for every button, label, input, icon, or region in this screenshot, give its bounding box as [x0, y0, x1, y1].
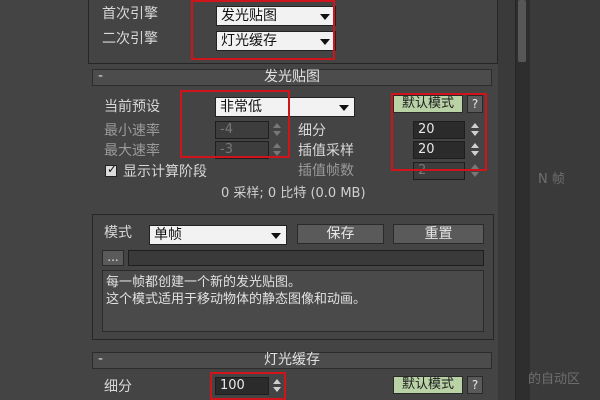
scrollbar-thumb[interactable]: [518, 0, 526, 62]
min-rate-label: 最小速率: [104, 123, 160, 139]
rate-highlight-box: [180, 90, 290, 158]
interp-frames-label: 插值帧数: [298, 163, 354, 179]
collapse-icon: -: [98, 68, 104, 84]
irradiance-stats: 0 采样; 0 比特 (0.0 MB): [221, 186, 366, 201]
preset-label: 当前预设: [104, 99, 160, 115]
max-rate-label: 最大速率: [104, 143, 160, 159]
mode-description: 每一帧都创建一个新的发光贴图。 这个模式适用于移动物体的静态图像和动画。: [102, 270, 484, 332]
mode-dropdown[interactable]: 单帧: [149, 225, 287, 245]
primary-engine-label: 首次引擎: [102, 6, 158, 22]
light-cache-section-title: 灯光缓存: [264, 352, 320, 368]
light-cache-subdivs-label: 细分: [104, 379, 132, 395]
light-cache-highlight-box: [210, 372, 286, 400]
light-cache-default-mode-button[interactable]: 默认模式: [393, 376, 463, 394]
background-panel: [498, 0, 600, 400]
filename-field[interactable]: [128, 250, 484, 266]
interp-samples-label: 插值采样: [298, 143, 354, 159]
ghost-auto-zone: 的自动区: [528, 372, 581, 387]
checkmark-icon: ✓: [107, 162, 118, 176]
mode-value: 单帧: [154, 227, 182, 243]
light-cache-section-header[interactable]: - 灯光缓存: [92, 352, 492, 369]
subdivs-highlight-box: [391, 93, 487, 171]
subdivs-label: 细分: [298, 123, 326, 139]
ghost-n-frame: N 帧: [538, 172, 565, 187]
mode-label: 模式: [104, 225, 132, 241]
irradiance-section-title: 发光贴图: [264, 69, 320, 85]
chevron-down-icon: [339, 105, 349, 111]
light-cache-help-button[interactable]: ?: [467, 376, 483, 394]
save-button[interactable]: 保存: [297, 224, 384, 244]
mode-description-line1: 每一帧都创建一个新的发光贴图。: [106, 275, 302, 290]
mode-description-line2: 这个模式适用于移动物体的静态图像和动画。: [106, 292, 367, 307]
collapse-icon: -: [98, 351, 104, 367]
browse-button[interactable]: ...: [102, 250, 124, 266]
show-calc-label: 显示计算阶段: [123, 164, 207, 180]
secondary-engine-label: 二次引擎: [102, 31, 158, 47]
engine-highlight-box: [191, 0, 335, 60]
chevron-down-icon: [271, 233, 281, 239]
show-calc-checkbox[interactable]: ✓: [105, 162, 118, 177]
reset-button[interactable]: 重置: [393, 224, 484, 244]
irradiance-section-header[interactable]: - 发光贴图: [92, 69, 492, 86]
